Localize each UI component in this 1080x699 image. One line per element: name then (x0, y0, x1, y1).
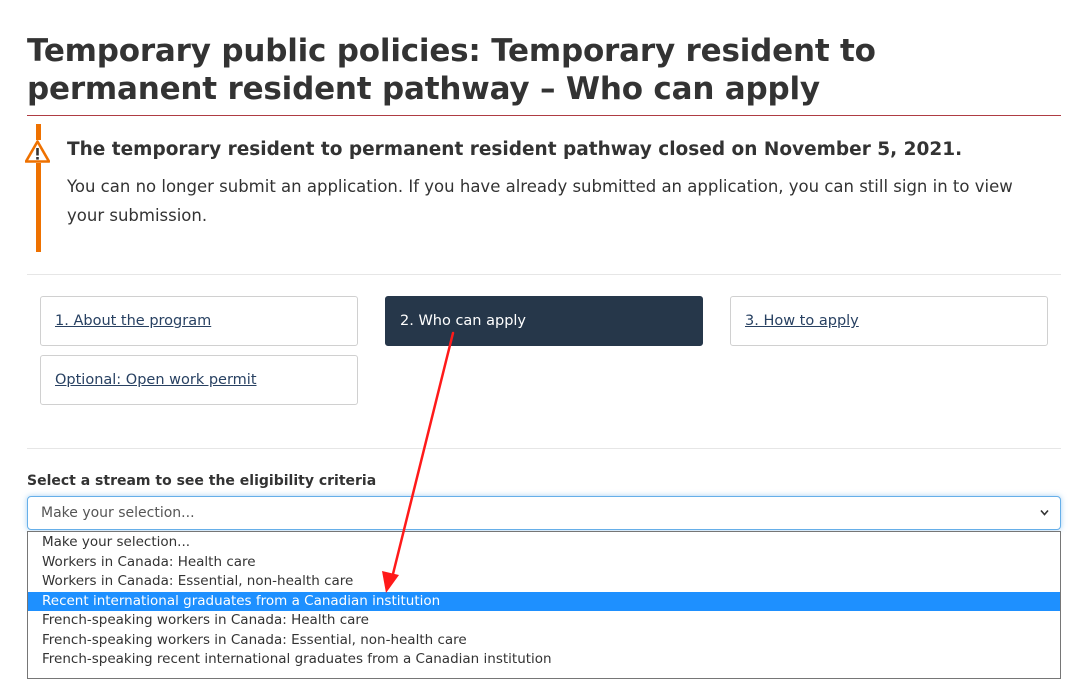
step-about-program[interactable]: 1. About the program (40, 296, 358, 346)
warning-triangle-icon (24, 140, 51, 163)
stream-option[interactable]: French-speaking workers in Canada: Healt… (28, 611, 1060, 631)
stream-select[interactable]: Make your selection... (27, 496, 1061, 530)
stream-option[interactable]: Workers in Canada: Health care (28, 553, 1060, 573)
stream-option[interactable]: French-speaking workers in Canada: Essen… (28, 631, 1060, 651)
stream-option[interactable]: Workers in Canada: Essential, non-health… (28, 572, 1060, 592)
stream-dropdown-list[interactable]: Make your selection... Workers in Canada… (27, 531, 1061, 679)
alert-heading: The temporary resident to permanent resi… (67, 139, 963, 160)
stream-select-value: Make your selection... (41, 505, 195, 521)
step-who-can-apply[interactable]: 2. Who can apply (385, 296, 703, 346)
stream-option-highlighted[interactable]: Recent international graduates from a Ca… (28, 591, 1060, 611)
step-about-program-link[interactable]: 1. About the program (55, 313, 211, 329)
page-title: Temporary public policies: Temporary res… (27, 33, 876, 107)
section-divider (27, 448, 1061, 449)
alert-body: You can no longer submit an application.… (67, 177, 1013, 225)
step-open-work-permit[interactable]: Optional: Open work permit (40, 355, 358, 405)
step-open-work-permit-link[interactable]: Optional: Open work permit (55, 372, 257, 388)
stream-select-label: Select a stream to see the eligibility c… (27, 473, 377, 489)
stream-option[interactable]: Make your selection... (28, 533, 1060, 553)
page: Temporary public policies: Temporary res… (0, 0, 1080, 699)
step-how-to-apply-link[interactable]: 3. How to apply (745, 313, 859, 329)
step-who-can-apply-label: 2. Who can apply (400, 313, 527, 329)
title-underline (27, 115, 1061, 116)
step-how-to-apply[interactable]: 3. How to apply (730, 296, 1048, 346)
stream-option[interactable]: French-speaking recent international gra… (28, 650, 1060, 670)
section-divider (27, 274, 1061, 275)
